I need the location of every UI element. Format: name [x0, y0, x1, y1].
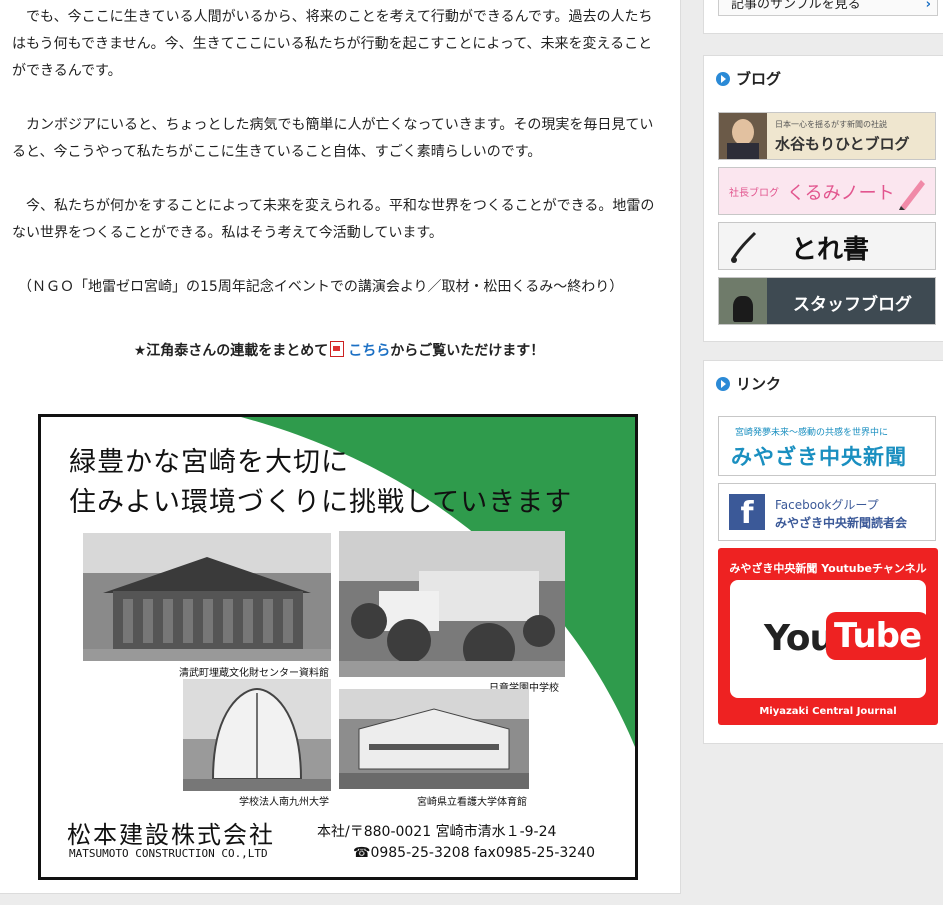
blog-banner-staff[interactable]: スタッフブログ: [718, 277, 936, 325]
photo-nissho-school: [339, 531, 565, 677]
sidebar-sample-widget: 記事のサンプルを見る ›: [703, 0, 943, 34]
article-paragraph-1: でも、今ここに生きている人間がいるから、将来のことを考えて行動ができるんです。過…: [12, 9, 653, 79]
links-widget-title: リンク: [716, 373, 781, 394]
blog-banner-kurumi[interactable]: 社長ブログ くるみノート: [718, 167, 936, 215]
youtube-channel-subtitle: Miyazaki Central Journal: [759, 706, 897, 717]
link-banner-facebook[interactable]: f Facebookグループ みやざき中央新聞読者会: [718, 483, 936, 541]
ad-headline-line-2: 住みよい環境づくりに挑戦していきます: [69, 487, 573, 518]
ad-address: 本社/〒880-0021 宮崎市清水１-9-24: [317, 824, 557, 840]
blog-banner-mizutani[interactable]: 日本一心を揺るがす新聞の社説 水谷もりひとブログ: [718, 112, 936, 160]
blog-banner-toresho[interactable]: とれ書: [718, 222, 936, 270]
link-banner-youtube[interactable]: みやざき中央新聞 Youtubeチャンネル You Tube Miyazaki …: [718, 548, 938, 725]
article-paragraph-2: カンボジアにいると、ちょっとした病気でも簡単に人が亡くなっていきます。その現実を…: [12, 117, 654, 160]
facebook-icon: f: [729, 494, 765, 531]
arrow-circle-icon: [716, 72, 730, 86]
facebook-line-1: Facebookグループ: [775, 498, 879, 512]
youtube-logo-tube: Tube: [826, 612, 930, 660]
main-content: でも、今ここに生きている人間がいるから、将来のことを考えて行動ができるんです。過…: [0, 0, 681, 894]
promo-prefix: ★江角泰さんの連載をまとめて: [133, 343, 329, 359]
youtube-channel-title: みやざき中央新聞 Youtubeチャンネル: [729, 562, 927, 575]
toresho-label: とれ書: [791, 235, 870, 265]
facebook-line-2: みやざき中央新聞読者会: [775, 516, 908, 530]
article-sample-button[interactable]: 記事のサンプルを見る ›: [718, 0, 938, 16]
ad-headline: 緑豊かな宮崎を大切に 住みよい環境づくりに挑戦していきます: [69, 443, 572, 523]
ad-phone-fax: ☎0985-25-3208 fax0985-25-3240: [353, 845, 596, 861]
matsumoto-construction-ad[interactable]: 緑豊かな宮崎を大切に 住みよい環境づくりに挑戦していきます 清武町埋蔵文化財セン…: [38, 414, 638, 880]
article-sample-label: 記事のサンプルを見る: [731, 0, 861, 12]
links-title-text: リンク: [736, 375, 782, 393]
ad-headline-line-1: 緑豊かな宮崎を大切に: [69, 447, 349, 478]
links-widget: リンク 宮崎発夢未来～感動の共感を世界中に みやざき中央新聞 f Faceboo…: [703, 360, 943, 744]
staff-label: スタッフブログ: [793, 295, 912, 315]
chevron-right-icon: ›: [925, 0, 931, 12]
arrow-circle-icon: [716, 377, 730, 391]
mizutani-photo: [719, 113, 767, 159]
kurumi-label: くるみノート: [787, 183, 895, 204]
blog-title-text: ブログ: [736, 70, 782, 88]
photo-nursing-univ-gym: [339, 689, 529, 789]
pdf-icon: [330, 341, 345, 357]
ad-company-name-en: MATSUMOTO CONSTRUCTION CO.,LTD: [69, 847, 268, 860]
shinbun-small: 宮崎発夢未来～感動の共感を世界中に: [735, 428, 889, 438]
article-paragraph-3: 今、私たちが何かをすることによって未来を変えられる。平和な世界をつくることができ…: [12, 198, 655, 241]
link-banner-shinbun[interactable]: 宮崎発夢未来～感動の共感を世界中に みやざき中央新聞: [718, 416, 936, 476]
caption-nursing-gym: 宮崎県立看護大学体育館: [417, 797, 527, 808]
ad-company-name: 松本建設株式会社: [67, 821, 275, 849]
staff-photo: [719, 278, 767, 324]
shinbun-label: みやざき中央新聞: [731, 445, 907, 469]
mizutani-small: 日本一心を揺るがす新聞の社説: [775, 120, 887, 129]
promo-suffix: からご覧いただけます！: [390, 343, 545, 359]
caption-minami-kyushu: 学校法人南九州大学: [239, 797, 329, 808]
pencil-icon: [899, 180, 925, 210]
article-credit: （ＮＧＯ「地雷ゼロ宮崎」の15周年記念イベントでの講演会より／取材・松田くるみ～…: [18, 279, 624, 295]
caption-kiyotake: 清武町埋蔵文化財センター資料館: [179, 668, 329, 679]
promo-link[interactable]: こちら: [348, 343, 390, 359]
blog-widget: ブログ 日本一心を揺るがす新聞の社説 水谷もりひとブログ 社長ブログ くるみノー…: [703, 55, 943, 342]
youtube-logo-you: You: [764, 618, 835, 659]
blog-widget-title: ブログ: [716, 68, 781, 89]
youtube-logo: You Tube: [730, 580, 930, 698]
article-body: でも、今ここに生きている人間がいるから、将来のことを考えて行動ができるんです。過…: [0, 0, 680, 365]
brush-icon: [731, 231, 757, 263]
photo-kiyotake-museum: [83, 533, 331, 661]
series-promo: ★江角泰さんの連載をまとめて こちらからご覧いただけます！: [12, 338, 666, 365]
kurumi-small: 社長ブログ: [729, 188, 779, 199]
mizutani-label: 水谷もりひとブログ: [775, 135, 910, 153]
photo-minami-kyushu-univ: [183, 679, 331, 791]
